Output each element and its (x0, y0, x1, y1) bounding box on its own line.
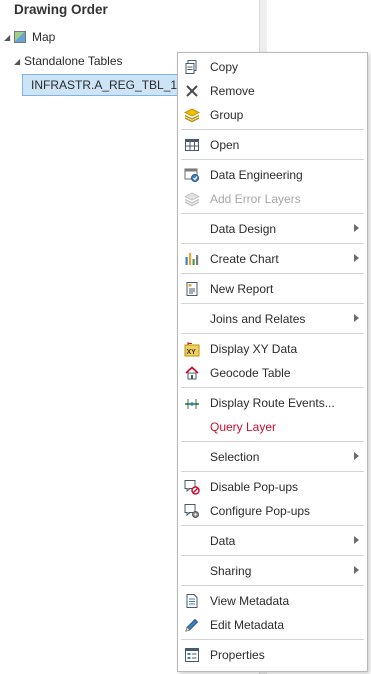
context-menu: Copy Remove Group Open Data Engineering … (177, 52, 368, 672)
submenu-arrow-icon (354, 254, 359, 262)
menu-separator (181, 639, 364, 640)
menu-item-create-chart[interactable]: Create Chart (178, 248, 367, 270)
menu-item-remove[interactable]: Remove (178, 80, 367, 102)
menu-label: Data Design (210, 222, 277, 236)
menu-item-data-engineering[interactable]: Data Engineering (178, 164, 367, 186)
menu-label: Data (210, 534, 236, 548)
pane-title: Drawing Order (14, 2, 108, 17)
menu-item-sharing[interactable]: Sharing (178, 560, 367, 582)
selected-table-label: INFRASTR.A_REG_TBL_1 (31, 78, 178, 92)
menu-separator (181, 333, 364, 334)
menu-separator (181, 159, 364, 160)
menu-item-copy[interactable]: Copy (178, 56, 367, 78)
menu-separator (181, 585, 364, 586)
map-icon (14, 31, 26, 43)
tree-item-standalone-label: Standalone Tables (24, 54, 123, 68)
remove-x-icon (184, 83, 200, 99)
route-events-icon (184, 395, 200, 411)
submenu-arrow-icon (354, 314, 359, 322)
menu-label: Sharing (210, 564, 252, 578)
collapse-triangle-icon[interactable]: ◢ (4, 33, 14, 42)
menu-item-joins-relates[interactable]: Joins and Relates (178, 308, 367, 330)
menu-separator (181, 273, 364, 274)
menu-label: View Metadata (210, 594, 290, 608)
menu-label: Configure Pop-ups (210, 504, 311, 518)
menu-item-selection[interactable]: Selection (178, 446, 367, 468)
menu-label: Disable Pop-ups (210, 480, 299, 494)
collapse-triangle-icon[interactable]: ◢ (14, 57, 24, 66)
menu-label: New Report (210, 282, 274, 296)
menu-label: Joins and Relates (210, 312, 306, 326)
menu-label: Remove (210, 84, 255, 98)
menu-separator (181, 303, 364, 304)
bar-chart-icon (184, 251, 200, 267)
menu-label: Add Error Layers (210, 192, 301, 206)
menu-separator (181, 243, 364, 244)
data-engineering-icon (184, 167, 200, 183)
menu-item-configure-popups[interactable]: Configure Pop-ups (178, 500, 367, 522)
menu-item-new-report[interactable]: New Report (178, 278, 367, 300)
menu-item-display-route-events[interactable]: Display Route Events... (178, 392, 367, 414)
copy-icon (184, 59, 200, 75)
menu-item-add-error-layers[interactable]: Add Error Layers (178, 188, 367, 210)
menu-separator (181, 441, 364, 442)
menu-item-open[interactable]: Open (178, 134, 367, 156)
menu-label: Selection (210, 450, 260, 464)
menu-separator (181, 471, 364, 472)
menu-label: Display Route Events... (210, 396, 335, 410)
report-icon (184, 281, 200, 297)
table-icon (184, 137, 200, 153)
tree-item-standalone-tables[interactable]: ◢ Standalone Tables (14, 51, 123, 71)
configure-popup-icon (184, 503, 200, 519)
menu-item-edit-metadata[interactable]: Edit Metadata (178, 614, 367, 636)
menu-item-disable-popups[interactable]: Disable Pop-ups (178, 476, 367, 498)
group-layers-icon (184, 107, 200, 123)
menu-separator (181, 525, 364, 526)
menu-label: Edit Metadata (210, 618, 285, 632)
svg-text:XY: XY (187, 349, 197, 356)
geocode-house-icon (184, 365, 200, 381)
tree-item-map-label: Map (32, 30, 56, 44)
menu-label: Copy (210, 60, 239, 74)
menu-label: Open (210, 138, 240, 152)
menu-item-query-layer[interactable]: Query Layer (178, 416, 367, 438)
menu-label: Create Chart (210, 252, 279, 266)
metadata-document-icon (184, 593, 200, 609)
submenu-arrow-icon (354, 452, 359, 460)
submenu-arrow-icon (354, 224, 359, 232)
tree-item-map[interactable]: ◢ Map (4, 27, 55, 47)
menu-label: Data Engineering (210, 168, 303, 182)
menu-item-display-xy-data[interactable]: XY Display XY Data (178, 338, 367, 360)
menu-label: Query Layer (210, 420, 277, 434)
menu-item-group[interactable]: Group (178, 104, 367, 126)
menu-label: Geocode Table (210, 366, 291, 380)
menu-item-properties[interactable]: Properties (178, 644, 367, 666)
menu-item-data[interactable]: Data (178, 530, 367, 552)
menu-label: Display XY Data (210, 342, 298, 356)
menu-label: Group (210, 108, 244, 122)
menu-item-data-design[interactable]: Data Design (178, 218, 367, 240)
submenu-arrow-icon (354, 536, 359, 544)
error-layers-icon (184, 191, 200, 207)
disable-popup-icon (184, 479, 200, 495)
menu-item-view-metadata[interactable]: View Metadata (178, 590, 367, 612)
submenu-arrow-icon (354, 566, 359, 574)
menu-separator (181, 129, 364, 130)
menu-label: Properties (210, 648, 265, 662)
menu-item-geocode-table[interactable]: Geocode Table (178, 362, 367, 384)
properties-icon (184, 647, 200, 663)
menu-separator (181, 387, 364, 388)
menu-separator (181, 213, 364, 214)
pencil-icon (184, 617, 200, 633)
menu-separator (181, 555, 364, 556)
xy-data-icon: XY (184, 341, 200, 357)
selected-table-row[interactable]: INFRASTR.A_REG_TBL_1 (22, 74, 178, 96)
